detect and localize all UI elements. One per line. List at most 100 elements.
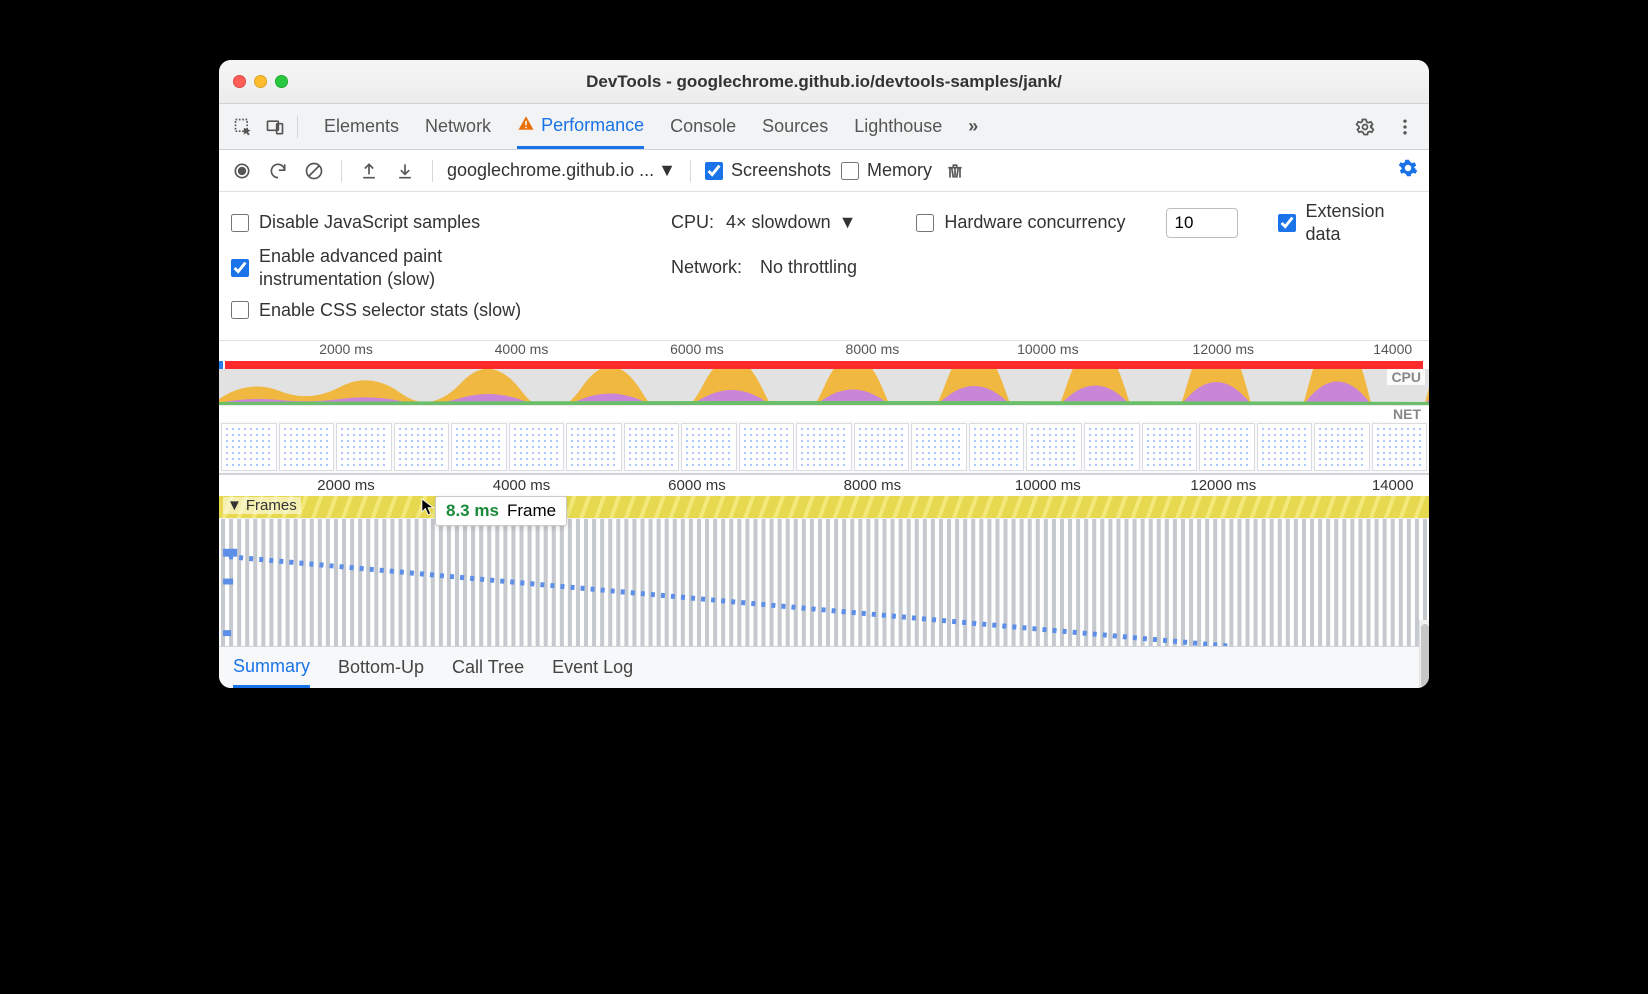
collect-garbage-icon[interactable] bbox=[942, 158, 968, 184]
css-selector-stats-input[interactable] bbox=[231, 301, 249, 319]
capture-settings-gear-icon[interactable] bbox=[1397, 157, 1419, 184]
inspect-element-icon[interactable] bbox=[229, 113, 257, 141]
close-window-button[interactable] bbox=[233, 75, 246, 88]
details-tabstrip: Summary Bottom-Up Call Tree Event Log bbox=[219, 646, 1429, 688]
tab-event-log[interactable]: Event Log bbox=[552, 647, 633, 688]
traffic-lights bbox=[233, 75, 288, 88]
screenshots-label: Screenshots bbox=[731, 160, 831, 181]
overview-ruler: 2000 ms 4000 ms 6000 ms 8000 ms 10000 ms… bbox=[219, 341, 1429, 361]
screenshot-thumb[interactable] bbox=[279, 423, 335, 471]
clear-button[interactable] bbox=[301, 158, 327, 184]
screenshot-thumb[interactable] bbox=[854, 423, 910, 471]
tabs-overflow-icon[interactable]: » bbox=[968, 104, 978, 149]
screenshot-thumb[interactable] bbox=[221, 423, 277, 471]
advanced-paint-input[interactable] bbox=[231, 259, 249, 277]
recording-selector-dropdown[interactable]: googlechrome.github.io ... ▼ bbox=[447, 160, 676, 181]
cpu-throttling-dropdown[interactable]: 4× slowdown ▼ bbox=[726, 212, 856, 233]
divider bbox=[432, 160, 433, 182]
tab-sources[interactable]: Sources bbox=[762, 104, 828, 149]
titlebar: DevTools - googlechrome.github.io/devtoo… bbox=[219, 60, 1429, 104]
tab-elements[interactable]: Elements bbox=[324, 104, 399, 149]
screenshot-thumb[interactable] bbox=[1199, 423, 1255, 471]
screenshot-thumb[interactable] bbox=[1142, 423, 1198, 471]
memory-checkbox-input[interactable] bbox=[841, 162, 859, 180]
tab-call-tree[interactable]: Call Tree bbox=[452, 647, 524, 688]
tab-summary[interactable]: Summary bbox=[233, 647, 310, 688]
screenshot-thumb[interactable] bbox=[624, 423, 680, 471]
device-toolbar-icon[interactable] bbox=[261, 113, 289, 141]
frames-track-header[interactable]: ▼ Frames bbox=[219, 496, 1429, 518]
warning-icon bbox=[517, 114, 535, 137]
tab-bottom-up[interactable]: Bottom-Up bbox=[338, 647, 424, 688]
screenshot-thumb[interactable] bbox=[796, 423, 852, 471]
upload-profile-icon[interactable] bbox=[356, 158, 382, 184]
ruler-tick: 10000 ms bbox=[1017, 341, 1078, 357]
ruler-tick: 2000 ms bbox=[319, 341, 373, 357]
tab-performance[interactable]: Performance bbox=[517, 104, 644, 149]
advanced-paint-checkbox[interactable]: Enable advanced paint instrumentation (s… bbox=[231, 245, 631, 290]
timeline-overview[interactable]: 2000 ms 4000 ms 6000 ms 8000 ms 10000 ms… bbox=[219, 341, 1429, 474]
chevron-down-icon: ▼ bbox=[658, 160, 676, 181]
hw-concurrency-value-input[interactable] bbox=[1166, 208, 1238, 238]
flamechart-scrollbar[interactable] bbox=[1419, 620, 1429, 688]
ruler-tick: 4000 ms bbox=[493, 477, 551, 494]
screenshot-thumb[interactable] bbox=[739, 423, 795, 471]
ruler-tick: 12000 ms bbox=[1190, 477, 1256, 494]
settings-gear-icon[interactable] bbox=[1351, 113, 1379, 141]
css-selector-stats-label: Enable CSS selector stats (slow) bbox=[259, 299, 521, 322]
frame-tooltip: 8.3 ms Frame bbox=[435, 496, 567, 526]
capture-settings-panel: Disable JavaScript samples CPU: 4× slowd… bbox=[219, 192, 1429, 341]
ruler-tick: 4000 ms bbox=[495, 341, 549, 357]
ruler-tick: 8000 ms bbox=[844, 477, 902, 494]
download-profile-icon[interactable] bbox=[392, 158, 418, 184]
tab-lighthouse[interactable]: Lighthouse bbox=[854, 104, 942, 149]
screenshot-thumb[interactable] bbox=[969, 423, 1025, 471]
screenshot-thumb[interactable] bbox=[336, 423, 392, 471]
screenshot-thumb[interactable] bbox=[566, 423, 622, 471]
scrollbar-thumb[interactable] bbox=[1421, 624, 1429, 688]
flamechart-ruler: 2000 ms 4000 ms 6000 ms 8000 ms 10000 ms… bbox=[219, 474, 1429, 496]
advanced-paint-label: Enable advanced paint instrumentation (s… bbox=[259, 245, 519, 290]
hw-concurrency-input[interactable] bbox=[916, 214, 934, 232]
screenshot-thumb[interactable] bbox=[1372, 423, 1428, 471]
frames-waterfall[interactable] bbox=[219, 518, 1429, 646]
cpu-row-label: CPU bbox=[1387, 369, 1425, 385]
screenshot-thumb[interactable] bbox=[1026, 423, 1082, 471]
tab-network[interactable]: Network bbox=[425, 104, 491, 149]
zoom-window-button[interactable] bbox=[275, 75, 288, 88]
frames-track-label[interactable]: ▼ Frames bbox=[223, 497, 301, 514]
divider bbox=[297, 116, 298, 138]
hw-concurrency-label: Hardware concurrency bbox=[944, 212, 1125, 233]
memory-checkbox[interactable]: Memory bbox=[841, 160, 932, 181]
screenshot-thumb[interactable] bbox=[394, 423, 450, 471]
screenshot-thumb[interactable] bbox=[451, 423, 507, 471]
ruler-tick: 2000 ms bbox=[317, 477, 375, 494]
screenshot-thumb[interactable] bbox=[681, 423, 737, 471]
record-button[interactable] bbox=[229, 158, 255, 184]
divider bbox=[690, 160, 691, 182]
kebab-menu-icon[interactable] bbox=[1391, 113, 1419, 141]
screenshot-thumb[interactable] bbox=[509, 423, 565, 471]
disable-js-samples-checkbox[interactable]: Disable JavaScript samples bbox=[231, 211, 631, 234]
extension-data-input[interactable] bbox=[1278, 214, 1296, 232]
screenshot-filmstrip[interactable] bbox=[219, 421, 1429, 473]
cpu-label: CPU: bbox=[671, 212, 714, 233]
screenshot-thumb[interactable] bbox=[911, 423, 967, 471]
tab-console[interactable]: Console bbox=[670, 104, 736, 149]
panel-tabstrip: Elements Network Performance Console Sou… bbox=[219, 104, 1429, 150]
disable-js-samples-input[interactable] bbox=[231, 214, 249, 232]
screenshots-checkbox[interactable]: Screenshots bbox=[705, 160, 831, 181]
screenshot-thumb[interactable] bbox=[1314, 423, 1370, 471]
hardware-concurrency-checkbox[interactable]: Hardware concurrency bbox=[916, 212, 1125, 233]
screenshot-thumb[interactable] bbox=[1084, 423, 1140, 471]
extension-data-checkbox[interactable]: Extension data bbox=[1278, 200, 1406, 245]
reload-record-button[interactable] bbox=[265, 158, 291, 184]
flamechart-panel[interactable]: 2000 ms 4000 ms 6000 ms 8000 ms 10000 ms… bbox=[219, 474, 1429, 646]
network-throttling: Network: No throttling bbox=[671, 257, 857, 278]
minimize-window-button[interactable] bbox=[254, 75, 267, 88]
screenshot-thumb[interactable] bbox=[1257, 423, 1313, 471]
screenshots-checkbox-input[interactable] bbox=[705, 162, 723, 180]
cpu-activity-chart: CPU bbox=[219, 369, 1429, 405]
css-selector-stats-checkbox[interactable]: Enable CSS selector stats (slow) bbox=[231, 299, 631, 322]
cpu-throttling: CPU: 4× slowdown ▼ bbox=[671, 212, 856, 233]
